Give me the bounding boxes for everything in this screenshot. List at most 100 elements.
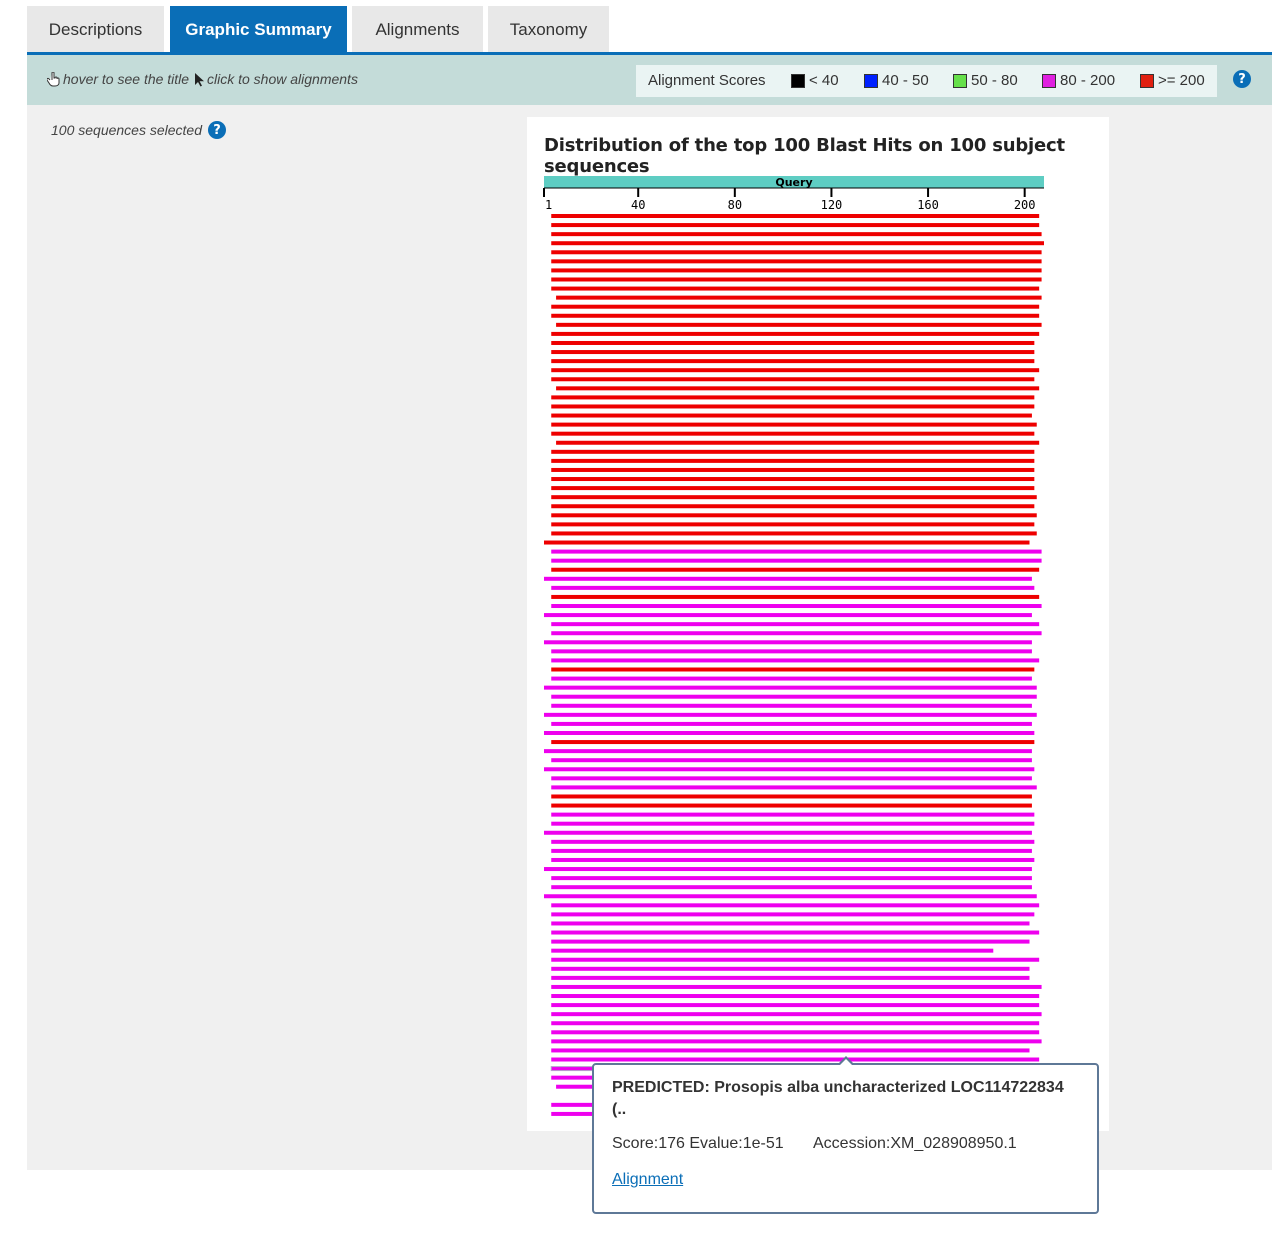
hit-bar[interactable] [551,585,1035,590]
hit-bar[interactable] [551,930,1040,935]
hit-bar[interactable] [551,277,1042,282]
hit-bar[interactable] [551,721,1032,726]
hit-bar[interactable] [551,631,1042,636]
hit-bar[interactable] [551,1039,1042,1044]
hit-bar[interactable] [551,368,1040,373]
hit-bar[interactable] [551,812,1035,817]
hit-bar[interactable] [551,803,1032,808]
hit-bar[interactable] [551,1057,1040,1062]
hit-bar[interactable] [544,749,1032,754]
hit-bar[interactable] [551,486,1035,491]
hit-bar[interactable] [551,984,1042,989]
hit-bar[interactable] [551,776,1032,781]
hit-bar[interactable] [551,259,1042,264]
hit-bar[interactable] [551,449,1035,454]
hit-bar[interactable] [551,885,1032,890]
hit-bar[interactable] [551,513,1037,518]
hit-bar[interactable] [551,313,1040,318]
hit-bar[interactable] [551,214,1040,218]
hit-bar[interactable] [551,241,1044,246]
hit-bar[interactable] [551,340,1035,345]
hit-bar[interactable] [551,676,1032,681]
hit-bar[interactable] [551,975,1030,980]
hit-bar[interactable] [556,440,1040,445]
hit-bar[interactable] [551,477,1035,482]
hit-bar[interactable] [544,640,1032,645]
hit-bar[interactable] [551,286,1040,291]
hit-bar[interactable] [551,404,1035,409]
hit-bar[interactable] [544,540,1030,545]
hit-bar[interactable] [551,331,1040,336]
hit-bar[interactable] [544,685,1037,690]
hit-bar[interactable] [551,758,1032,763]
hit-bar[interactable] [551,359,1035,364]
hit-bar[interactable] [551,622,1040,627]
hit-bar[interactable] [551,658,1040,663]
tab-descriptions[interactable]: Descriptions [27,6,164,53]
hit-bar[interactable] [551,921,1030,926]
hit-bar[interactable] [551,531,1037,536]
hit-bar[interactable] [551,431,1035,436]
hit-bar[interactable] [551,304,1040,309]
hit-bar[interactable] [544,613,1032,618]
selection-help-icon[interactable]: ? [208,121,226,139]
hit-bar[interactable] [551,1021,1040,1026]
hit-bar[interactable] [551,223,1040,228]
hit-bar[interactable] [551,422,1037,427]
hit-bar[interactable] [551,939,1030,944]
hit-bar[interactable] [551,857,1035,862]
hit-bar[interactable] [544,830,1032,835]
tab-alignments[interactable]: Alignments [352,6,483,53]
hit-bar[interactable] [551,948,994,953]
hit-bar[interactable] [551,794,1032,799]
hit-bar[interactable] [551,604,1042,609]
hit-bar[interactable] [551,839,1035,844]
hit-bar[interactable] [544,767,1035,772]
tooltip-alignment-link[interactable]: Alignment [612,1171,683,1189]
hit-bar[interactable] [551,785,1037,790]
hit-bar[interactable] [551,377,1035,382]
hit-bar[interactable] [551,1003,1040,1008]
hit-bar[interactable] [551,594,1040,599]
hit-bar[interactable] [551,558,1042,563]
hit-bar[interactable] [551,703,1032,708]
hit-bar[interactable] [551,395,1035,400]
hit-bar[interactable] [556,295,1042,300]
hit-bar[interactable] [551,649,1032,654]
legend-help-icon[interactable]: ? [1233,70,1251,88]
hit-bar[interactable] [551,740,1035,745]
hit-bar[interactable] [551,549,1042,554]
hit-bar[interactable] [551,876,1032,881]
hit-bar[interactable] [551,268,1042,273]
hit-bar[interactable] [551,495,1037,500]
tab-graphic-summary[interactable]: Graphic Summary [170,6,347,53]
hit-bar[interactable] [551,567,1040,572]
hit-bar[interactable] [551,504,1035,509]
hit-bar[interactable] [551,966,1030,971]
hit-bar[interactable] [551,903,1040,908]
hit-bar[interactable] [551,667,1035,672]
hit-bar[interactable] [551,350,1035,355]
hit-bar[interactable] [551,250,1042,255]
hit-bar[interactable] [551,467,1035,472]
hit-bar[interactable] [556,322,1042,327]
hit-bar[interactable] [551,957,1040,962]
hit-bar[interactable] [551,694,1037,699]
hit-bar[interactable] [551,458,1035,463]
hit-bar[interactable] [544,576,1032,581]
hit-bar[interactable] [551,821,1035,826]
hit-bar[interactable] [544,867,1032,872]
hit-bar[interactable] [551,1012,1042,1017]
hit-bar[interactable] [551,1048,1030,1053]
hit-bar[interactable] [544,730,1035,735]
hit-bar[interactable] [551,413,1032,418]
hit-bar[interactable] [544,712,1037,717]
hit-bar[interactable] [556,386,1040,391]
hit-bar[interactable] [551,912,1035,917]
tab-taxonomy[interactable]: Taxonomy [488,6,609,53]
hit-bar[interactable] [551,522,1035,527]
hit-bar[interactable] [551,232,1042,237]
hit-bar[interactable] [551,994,1040,999]
hit-bar[interactable] [551,1030,1040,1035]
hit-bar[interactable] [544,894,1037,899]
